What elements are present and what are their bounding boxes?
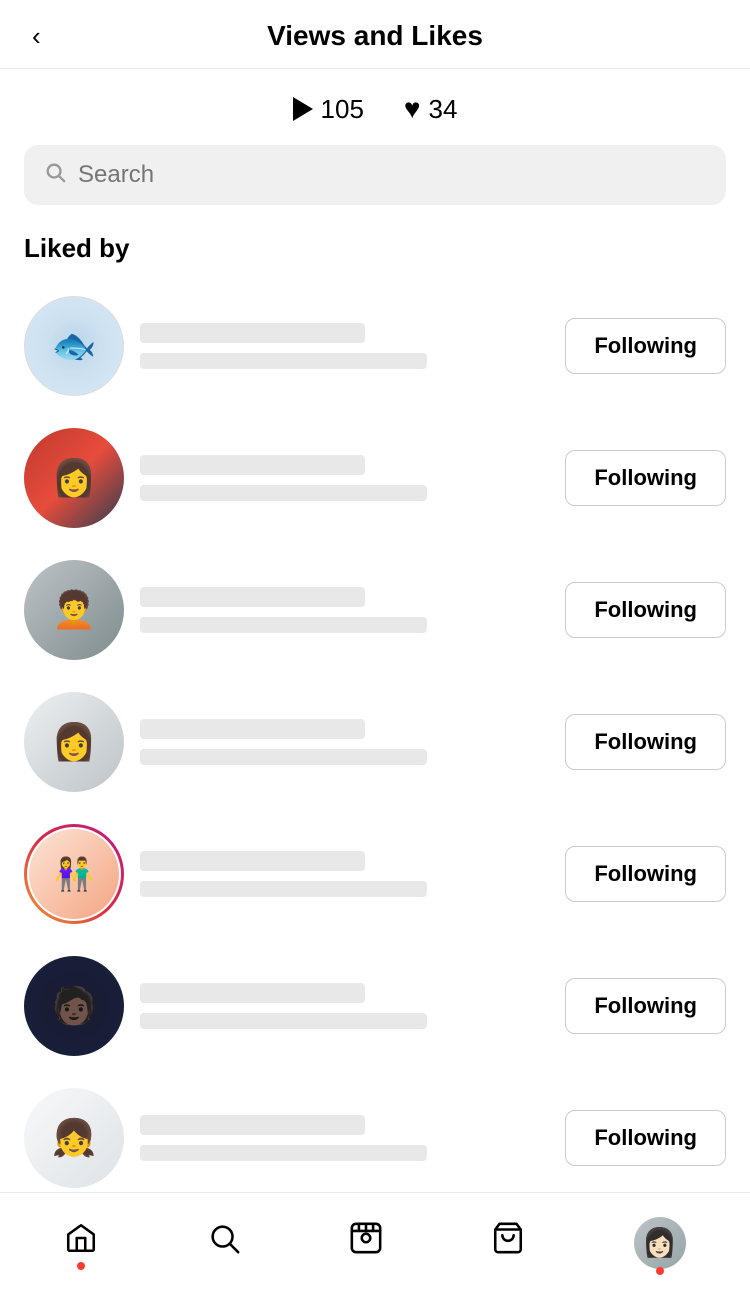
username-placeholder (140, 983, 365, 1003)
likes-stat: ♥ 34 (404, 93, 458, 125)
handle-placeholder (140, 353, 427, 369)
following-button[interactable]: Following (565, 714, 726, 770)
avatar: 🧑🏿 (24, 956, 124, 1056)
search-box[interactable] (24, 145, 726, 205)
following-button[interactable]: Following (565, 450, 726, 506)
user-info (140, 983, 549, 1029)
nav-shop[interactable] (471, 1211, 545, 1274)
username-placeholder (140, 1115, 365, 1135)
play-icon (293, 97, 313, 121)
home-notification-dot (77, 1262, 85, 1270)
views-stat: 105 (293, 94, 364, 125)
nav-search[interactable] (187, 1211, 261, 1274)
nav-home[interactable] (44, 1211, 118, 1274)
username-placeholder (140, 323, 365, 343)
list-item: 👩 Following (0, 676, 750, 808)
home-icon (64, 1221, 98, 1264)
list-item: 🐟 Following (0, 280, 750, 412)
likes-count: 34 (429, 94, 458, 125)
heart-icon: ♥ (404, 93, 421, 125)
avatar: 🐟 (24, 296, 124, 396)
username-placeholder (140, 719, 365, 739)
avatar: 🧑‍🦱 (24, 560, 124, 660)
username-placeholder (140, 455, 365, 475)
avatar: 👧 (24, 1088, 124, 1188)
search-input[interactable] (78, 161, 706, 189)
list-item: 🧑🏿 Following (0, 940, 750, 1072)
handle-placeholder (140, 1013, 427, 1029)
avatar: 👫 (24, 824, 124, 924)
user-info (140, 323, 549, 369)
user-info (140, 719, 549, 765)
list-item: 👩 Following (0, 412, 750, 544)
profile-notification-dot (656, 1267, 664, 1275)
search-container (0, 145, 750, 225)
page-title: Views and Likes (267, 20, 483, 52)
header: ‹ Views and Likes (0, 0, 750, 69)
handle-placeholder (140, 485, 427, 501)
user-info (140, 587, 549, 633)
search-icon (44, 161, 66, 189)
handle-placeholder (140, 617, 427, 633)
username-placeholder (140, 851, 365, 871)
handle-placeholder (140, 749, 427, 765)
following-button[interactable]: Following (565, 978, 726, 1034)
handle-placeholder (140, 1145, 427, 1161)
reels-icon (349, 1221, 383, 1264)
user-info (140, 455, 549, 501)
shop-icon (491, 1221, 525, 1264)
following-button[interactable]: Following (565, 582, 726, 638)
user-info (140, 851, 549, 897)
section-title: Liked by (0, 225, 750, 280)
following-button[interactable]: Following (565, 318, 726, 374)
profile-avatar: 👩🏻 (634, 1217, 686, 1269)
bottom-nav: 👩🏻 (0, 1192, 750, 1292)
nav-profile[interactable]: 👩🏻 (614, 1207, 706, 1279)
avatar: 👩 (24, 692, 124, 792)
username-placeholder (140, 587, 365, 607)
avatar: 👩 (24, 428, 124, 528)
following-button[interactable]: Following (565, 846, 726, 902)
back-button[interactable]: ‹ (24, 17, 49, 56)
user-info (140, 1115, 549, 1161)
list-item: 👫 Following (0, 808, 750, 940)
handle-placeholder (140, 881, 427, 897)
user-list: 🐟 Following 👩 Following 🧑‍🦱 (0, 280, 750, 1204)
list-item: 🧑‍🦱 Following (0, 544, 750, 676)
stats-bar: 105 ♥ 34 (0, 69, 750, 145)
views-count: 105 (321, 94, 364, 125)
search-nav-icon (207, 1221, 241, 1264)
list-item: 👧 Following (0, 1072, 750, 1204)
nav-reels[interactable] (329, 1211, 403, 1274)
following-button[interactable]: Following (565, 1110, 726, 1166)
